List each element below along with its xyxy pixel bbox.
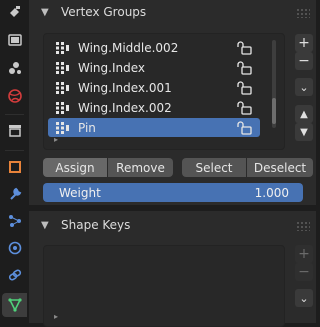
particles-tab[interactable] bbox=[2, 209, 27, 233]
vertex-groups-title: Vertex Groups bbox=[61, 5, 147, 19]
remove-shape-key-button[interactable]: − bbox=[295, 263, 313, 281]
vertex-group-row[interactable]: Pin bbox=[48, 118, 260, 137]
add-shape-key-button[interactable]: + bbox=[295, 245, 313, 263]
data-mesh-tab[interactable] bbox=[2, 293, 27, 317]
modifier-icon bbox=[9, 187, 21, 200]
vertex-group-icon bbox=[56, 61, 69, 74]
weight-slider[interactable]: Weight 1.000 bbox=[43, 183, 303, 202]
vertex-group-list: Wing.Middle.002 Wing.Index Wing.Index.001 W… bbox=[43, 33, 285, 150]
chevron-down-icon: ▼ bbox=[41, 219, 49, 231]
vertex-group-specials-menu[interactable]: ⌄ bbox=[295, 78, 313, 96]
vertex-group-name: Wing.Index.001 bbox=[78, 80, 172, 95]
world-icon bbox=[7, 89, 22, 103]
output-tab[interactable] bbox=[2, 56, 27, 80]
vertex-group-name: Pin bbox=[78, 120, 96, 135]
move-group-up-button[interactable]: ▲ bbox=[295, 105, 313, 123]
mesh-data-icon bbox=[7, 298, 22, 312]
select-button[interactable]: Select bbox=[182, 158, 246, 177]
vertex-groups-header[interactable]: ▼ Vertex Groups bbox=[35, 0, 316, 24]
deselect-button[interactable]: Deselect bbox=[247, 158, 313, 177]
modifier-tab[interactable] bbox=[2, 182, 27, 206]
add-vertex-group-button[interactable]: + bbox=[295, 34, 313, 52]
output-icon bbox=[8, 62, 21, 74]
unlock-icon[interactable] bbox=[236, 80, 252, 95]
drag-handle-icon[interactable] bbox=[296, 221, 310, 231]
unlock-icon[interactable] bbox=[236, 40, 252, 55]
shape-key-list: ▸ bbox=[43, 245, 285, 327]
world-tab[interactable] bbox=[2, 84, 27, 108]
object-icon bbox=[8, 161, 21, 173]
collection-icon bbox=[8, 125, 21, 137]
chevron-down-icon: ▼ bbox=[41, 6, 49, 18]
list-resize-icon[interactable]: ▸ bbox=[54, 312, 58, 321]
vertex-group-icon bbox=[56, 81, 69, 94]
constraints-icon bbox=[8, 269, 21, 281]
tool-tab[interactable] bbox=[2, 0, 27, 24]
render-tab[interactable] bbox=[2, 28, 27, 52]
shape-key-specials-menu[interactable]: ⌄ bbox=[295, 289, 313, 307]
shape-keys-title: Shape Keys bbox=[61, 218, 131, 232]
remove-vertex-group-button[interactable]: − bbox=[295, 52, 313, 70]
vertex-group-name: Wing.Index bbox=[78, 60, 146, 75]
properties-tab-strip bbox=[0, 0, 29, 323]
weight-label: Weight bbox=[59, 185, 101, 200]
collection-tab[interactable] bbox=[2, 118, 27, 142]
object-tab[interactable] bbox=[2, 155, 27, 179]
vertex-group-row[interactable]: Wing.Middle.002 bbox=[48, 38, 260, 57]
weight-value: 1.000 bbox=[254, 185, 289, 200]
vertex-group-name: Wing.Index.002 bbox=[78, 100, 172, 115]
list-resize-icon[interactable]: ▸ bbox=[54, 135, 58, 144]
drag-handle-icon[interactable] bbox=[296, 8, 310, 18]
unlock-icon[interactable] bbox=[236, 120, 252, 135]
list-scrollbar[interactable] bbox=[272, 40, 276, 128]
particles-icon bbox=[8, 215, 21, 227]
scrollbar-thumb[interactable] bbox=[272, 98, 276, 124]
tool-icon bbox=[9, 6, 20, 17]
shape-keys-panel: ▼ Shape Keys ▸ + − ⌄ bbox=[29, 211, 316, 327]
vertex-group-name: Wing.Middle.002 bbox=[78, 40, 179, 55]
constraints-tab[interactable] bbox=[2, 263, 27, 287]
unlock-icon[interactable] bbox=[236, 100, 252, 115]
vertex-group-icon bbox=[56, 101, 69, 114]
remove-button[interactable]: Remove bbox=[108, 158, 173, 177]
vertex-group-icon bbox=[56, 121, 69, 134]
physics-icon bbox=[8, 241, 21, 255]
unlock-icon[interactable] bbox=[236, 60, 252, 75]
shape-keys-header[interactable]: ▼ Shape Keys bbox=[35, 213, 316, 237]
vertex-group-row[interactable]: Wing.Index.001 bbox=[48, 78, 260, 97]
move-group-down-button[interactable]: ▼ bbox=[295, 123, 313, 141]
vertex-group-icon bbox=[56, 41, 69, 54]
assign-button[interactable]: Assign bbox=[43, 158, 107, 177]
physics-tab[interactable] bbox=[2, 236, 27, 260]
vertex-group-row[interactable]: Wing.Index bbox=[48, 58, 260, 77]
render-icon bbox=[7, 34, 22, 46]
vertex-group-row[interactable]: Wing.Index.002 bbox=[48, 98, 260, 117]
